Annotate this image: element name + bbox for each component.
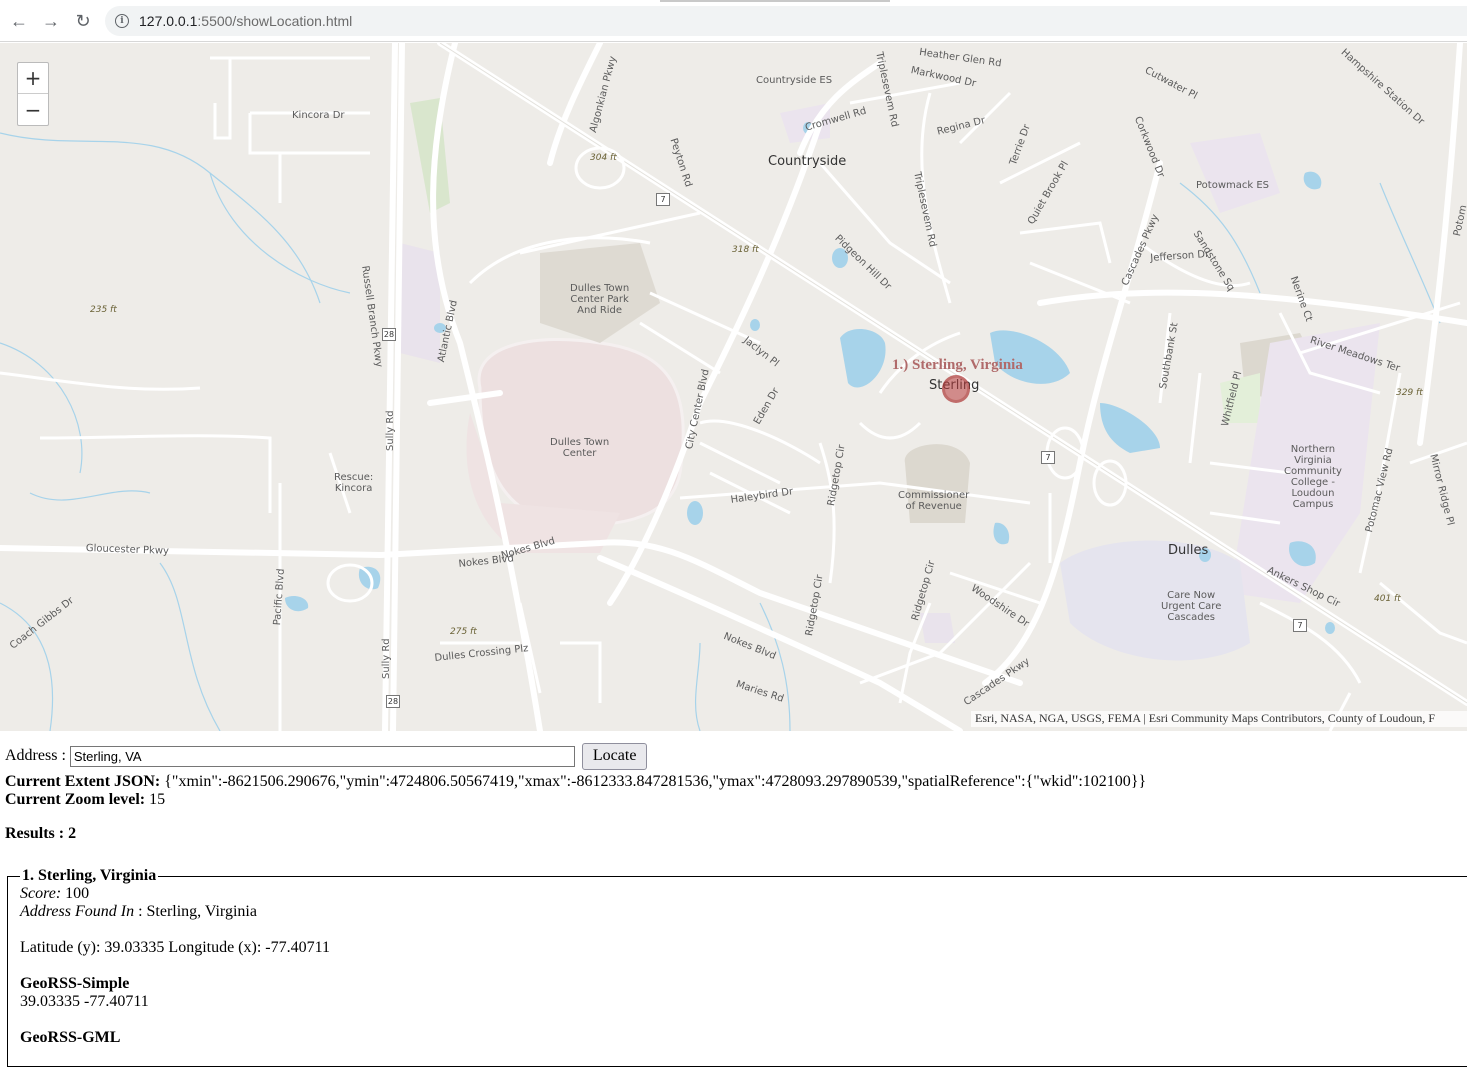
map-label-dulles-town-center: Dulles Town Center	[550, 437, 610, 459]
reload-icon[interactable]: ↻	[70, 8, 96, 34]
locate-button[interactable]: Locate	[581, 742, 648, 770]
map-attribution: Esri, NASA, NGA, USGS, FEMA | Esri Commu…	[971, 711, 1467, 727]
georss-gml-label: GeoRSS-GML	[20, 1029, 121, 1046]
map-view[interactable]: Heather Glen Rd Countryside ES Markwood …	[0, 43, 1467, 731]
route-shield: 28	[386, 695, 400, 708]
zoom-in-button[interactable]: +	[18, 63, 48, 94]
map-basemap	[0, 43, 1467, 731]
map-label-dulles-park-ride: Dulles Town Center Park And Ride	[570, 283, 630, 316]
map-label-nova: Northern Virginia Community College - Lo…	[1284, 444, 1342, 510]
map-label-countryside: Countryside	[768, 154, 847, 169]
browser-toolbar: ← → ↻ i 127.0.0.1:5500/showLocation.html	[0, 0, 1467, 42]
site-info-icon[interactable]: i	[115, 14, 129, 28]
zoom-out-button[interactable]: −	[18, 94, 48, 125]
found-label: Address Found In	[20, 903, 135, 920]
map-label-sully-rd-2: Sully Rd	[381, 638, 392, 679]
url-path: :5500/showLocation.html	[197, 13, 353, 29]
back-icon[interactable]: ←	[6, 8, 32, 34]
extent-value: {"xmin":-8621506.290676,"ymin":4724806.5…	[164, 773, 1147, 790]
map-label-dulles: Dulles	[1168, 543, 1209, 558]
forward-icon[interactable]: →	[38, 8, 64, 34]
result-fieldset: 1. Sterling, Virginia Score: 100 Address…	[7, 867, 1467, 1067]
result-map-label: 1.) Sterling, Virginia	[892, 357, 1023, 373]
result-legend: 1. Sterling, Virginia	[22, 867, 157, 884]
route-shield: 7	[1041, 451, 1055, 464]
map-label-sully-rd: Sully Rd	[385, 410, 396, 451]
score-line: Score: 100	[20, 885, 1467, 903]
extent-line: Current Extent JSON: {"xmin":-8621506.29…	[5, 773, 1467, 791]
results-count: Results : 2	[5, 825, 77, 842]
route-shield: 28	[382, 328, 396, 341]
georss-simple-value: 39.03335 -77.40711	[20, 993, 149, 1010]
map-label-elev-304: 304 ft	[590, 153, 617, 163]
result-marker[interactable]	[942, 375, 970, 403]
map-label-elev-318: 318 ft	[732, 245, 759, 255]
map-label-rescue-kincora: Rescue: Kincora	[334, 472, 374, 494]
score-value: 100	[65, 885, 90, 902]
map-label-elev-235: 235 ft	[90, 305, 117, 315]
route-shield: 7	[656, 193, 670, 206]
map-label-commissioner: Commissioner of Revenue	[898, 490, 970, 512]
map-label-countryside-es: Countryside ES	[756, 75, 833, 86]
found-value: : Sterling, Virginia	[138, 903, 257, 920]
address-bar[interactable]: i 127.0.0.1:5500/showLocation.html	[105, 6, 1467, 36]
address-form: Address : Locate	[5, 742, 1467, 770]
map-label-potowmack-es: Potowmack ES	[1196, 180, 1270, 191]
page-content: Address : Locate Current Extent JSON: {"…	[5, 742, 1467, 1067]
address-input[interactable]	[69, 745, 575, 767]
map-label-elev-329: 329 ft	[1396, 388, 1423, 398]
zoom-control: + −	[17, 62, 49, 126]
zoom-level-line: Current Zoom level: 15	[5, 791, 1467, 809]
score-label: Score:	[20, 885, 62, 902]
map-label-kincora: Kincora Dr	[292, 110, 345, 121]
extent-label: Current Extent JSON:	[5, 773, 161, 790]
latlon-line: Latitude (y): 39.03335 Longitude (x): -7…	[20, 939, 331, 956]
address-label: Address :	[5, 747, 66, 764]
map-label-elev-275: 275 ft	[450, 627, 477, 637]
route-shield: 7	[1293, 619, 1307, 632]
url-host: 127.0.0.1	[139, 13, 198, 29]
georss-simple-label: GeoRSS-Simple	[20, 975, 130, 992]
url-text: 127.0.0.1:5500/showLocation.html	[139, 13, 352, 29]
zoom-level-label: Current Zoom level:	[5, 791, 146, 808]
zoom-level-value: 15	[149, 791, 166, 808]
tab-strip	[660, 0, 890, 2]
map-label-elev-401: 401 ft	[1374, 594, 1401, 604]
found-line: Address Found In : Sterling, Virginia	[20, 903, 1467, 921]
map-label-care-now: Care Now Urgent Care Cascades	[1161, 590, 1222, 623]
